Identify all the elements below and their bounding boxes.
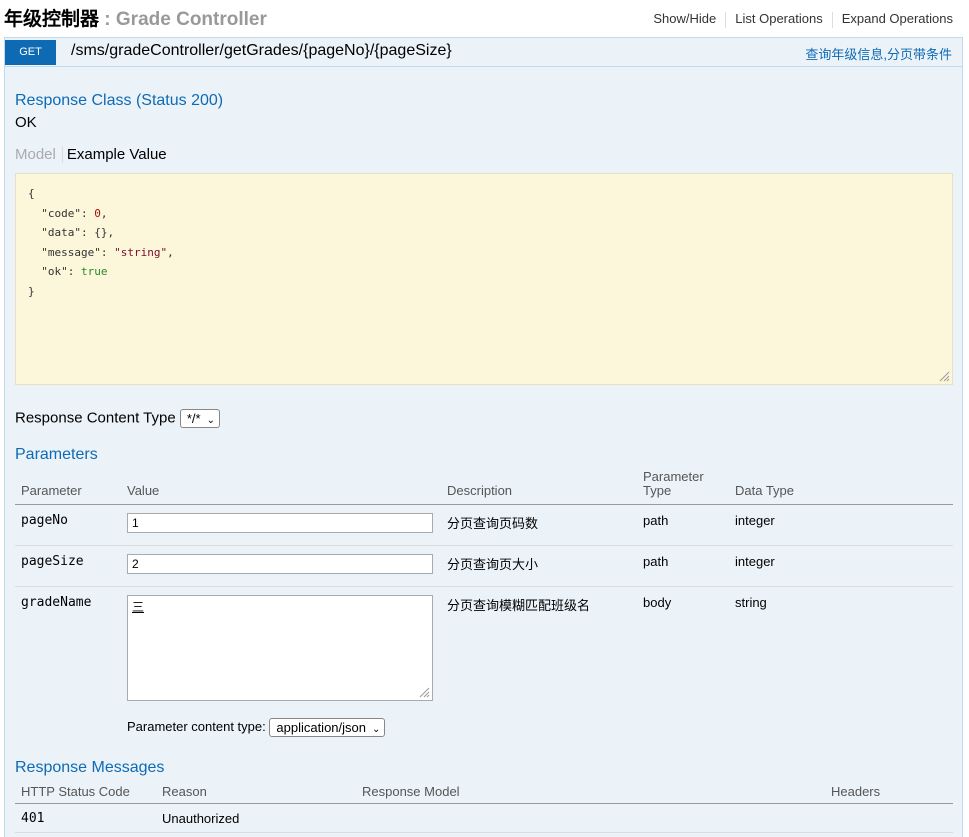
table-row: gradeName 三 分页查询模糊匹配班级名 body string <box>15 587 953 711</box>
param-type: path <box>637 504 729 546</box>
list-operations-link[interactable]: List Operations <box>735 11 822 26</box>
response-class-heading: Response Class (Status 200) <box>15 92 224 109</box>
expand-operations-link[interactable]: Expand Operations <box>842 11 953 26</box>
example-data: {} <box>94 226 108 239</box>
response-messages-table: HTTP Status Code Reason Response Model H… <box>15 784 953 833</box>
param-type: path <box>637 545 729 587</box>
col-reason: Reason <box>156 784 356 804</box>
swagger-page: 年级控制器 : Grade Controller Show/Hide List O… <box>0 0 969 837</box>
operation-panel: GET /sms/gradeController/getGrades/{page… <box>4 37 963 837</box>
param-name: pageSize <box>15 545 121 587</box>
response-content-type-value: */* <box>186 411 201 426</box>
response-messages-heading: Response Messages <box>15 759 165 776</box>
col-data-type: Data Type <box>729 470 953 505</box>
param-data-type: string <box>735 595 767 610</box>
resource-actions: Show/Hide List Operations Expand Operation… <box>653 11 953 28</box>
example-json: { "code": 0, "data": {}, "message": "str… <box>28 187 174 298</box>
parameter-content-type-select[interactable]: application/json ⌄ <box>269 718 386 737</box>
table-row: 401 Unauthorized <box>15 803 953 833</box>
operation-heading[interactable]: GET /sms/gradeController/getGrades/{page… <box>5 38 962 67</box>
example-ok: true <box>81 265 108 278</box>
example-message: "string" <box>114 245 168 259</box>
resource-header: 年级控制器 : Grade Controller Show/Hide List O… <box>0 0 969 36</box>
divider <box>725 11 727 28</box>
divider <box>831 11 833 28</box>
col-parameter-type: Parameter Type <box>637 470 729 505</box>
response-content-type-select[interactable]: */* ⌄ <box>179 409 220 428</box>
example-code: 0 <box>94 206 101 220</box>
col-http-status-code: HTTP Status Code <box>15 784 156 804</box>
table-row: pageSize 2 分页查询页大小 path integer <box>15 545 953 587</box>
resize-grip-icon[interactable] <box>418 686 430 698</box>
param-data-type: integer <box>729 545 953 587</box>
parameter-content-type-label: Parameter content type: <box>127 718 266 734</box>
status-headers <box>825 803 953 833</box>
param-name: pageNo <box>15 504 121 546</box>
parameters-table: Parameter Value Description Parameter Ty… <box>15 470 953 711</box>
gradeName-value: 三 <box>132 600 145 614</box>
example-value-box[interactable]: { "code": 0, "data": {}, "message": "str… <box>15 173 953 385</box>
resource-title[interactable]: 年级控制器 : Grade Controller <box>4 4 267 31</box>
status-code: 401 <box>15 803 156 833</box>
operation-path[interactable]: /sms/gradeController/getGrades/{pageNo}/… <box>71 42 452 60</box>
http-method-badge[interactable]: GET <box>5 40 56 65</box>
resize-grip-icon[interactable] <box>938 370 950 382</box>
param-name: gradeName <box>21 595 92 610</box>
col-description: Description <box>441 470 637 505</box>
param-description: 分页查询页大小 <box>441 545 637 587</box>
status-model <box>356 803 825 833</box>
chevron-down-icon: ⌄ <box>206 415 215 426</box>
col-response-model: Response Model <box>356 784 825 804</box>
tab-model[interactable]: Model <box>15 146 63 163</box>
status-reason: Unauthorized <box>156 803 356 833</box>
pageNo-input[interactable]: 1 <box>127 513 433 533</box>
show-hide-link[interactable]: Show/Hide <box>653 11 716 26</box>
param-data-type: integer <box>729 504 953 546</box>
resource-title-zh[interactable]: 年级控制器 <box>4 9 99 30</box>
col-parameter: Parameter <box>15 470 121 505</box>
pageSize-input[interactable]: 2 <box>127 554 433 574</box>
title-separator: : <box>99 9 116 30</box>
operation-summary[interactable]: 查询年级信息,分页带条件 <box>805 44 952 63</box>
parameters-heading: Parameters <box>15 446 98 463</box>
model-tabs: Model Example Value <box>15 146 167 163</box>
param-type: body <box>643 595 672 610</box>
response-content-type: Response Content Type */* ⌄ <box>15 409 220 428</box>
param-description: 分页查询模糊匹配班级名 <box>447 598 591 613</box>
chevron-down-icon: ⌄ <box>372 724 381 735</box>
response-status-text: OK <box>15 114 37 131</box>
resource-title-en[interactable]: Grade Controller <box>116 9 267 30</box>
col-value: Value <box>121 470 441 505</box>
response-content-type-label: Response Content Type <box>15 409 176 427</box>
parameter-content-type-value: application/json <box>276 720 366 735</box>
gradeName-textarea[interactable]: 三 <box>127 595 433 701</box>
table-row: pageNo 1 分页查询页码数 path integer <box>15 504 953 546</box>
parameter-content-type: Parameter content type: application/json… <box>127 718 386 737</box>
param-description: 分页查询页码数 <box>441 504 637 546</box>
tab-example-value[interactable]: Example Value <box>63 146 167 163</box>
col-headers: Headers <box>825 784 953 804</box>
